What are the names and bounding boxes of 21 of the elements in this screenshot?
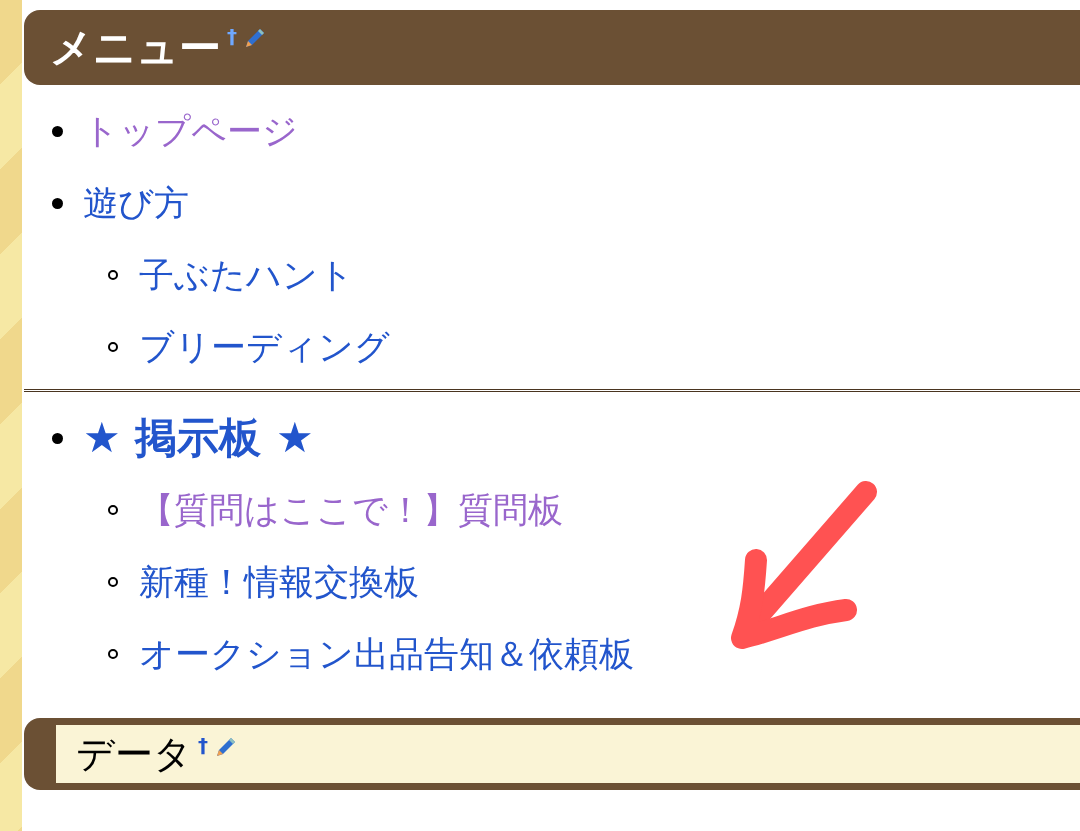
heading-link[interactable]: ★ 掲示板 ★ [83,410,314,466]
menu-link[interactable]: トップページ [83,107,298,155]
bullet-icon [108,577,118,587]
bullet-icon [52,197,63,209]
menu-link[interactable]: 新種！情報交換板 [139,558,419,606]
heading-title: メニュー [50,21,221,74]
bullet-icon [108,505,118,515]
pencil-icon[interactable] [214,735,238,759]
heading-title: データ [76,730,192,778]
menu-link[interactable]: 子ぶたハント [139,251,354,299]
bullet-icon [108,342,118,352]
bullet-icon [52,432,63,444]
bullet-icon [52,125,63,137]
menu-link[interactable]: ブリーディング [139,323,390,371]
menu-link[interactable]: 【質問はここで！】質問板 [139,486,563,534]
bullet-icon [108,649,118,659]
menu-link[interactable]: オークション出品告知＆依頼板 [139,630,634,678]
pencil-icon[interactable] [243,26,267,50]
bullet-icon [108,270,118,280]
anchor-link[interactable]: † [198,733,208,757]
menu-link[interactable]: 遊び方 [83,179,189,227]
